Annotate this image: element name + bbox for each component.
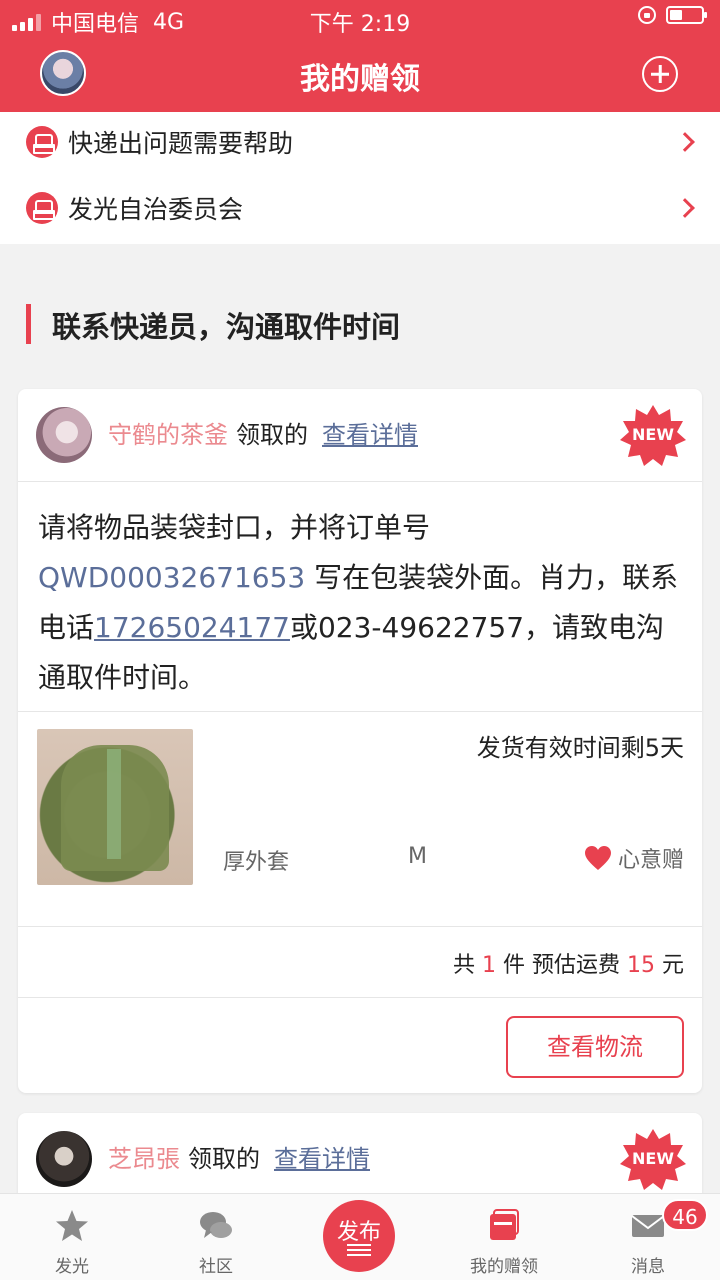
divider xyxy=(18,926,702,927)
username[interactable]: 守鹤的茶釜 xyxy=(108,415,228,450)
summary-text: 件 预估运费 xyxy=(496,953,627,978)
gift-type-label: 心意赠 xyxy=(617,848,684,873)
item-photo[interactable] xyxy=(37,729,193,885)
shipping-summary: 共 1 件 预估运费 15 元 xyxy=(453,947,684,979)
divider xyxy=(18,997,702,998)
tab-community[interactable]: 社区 xyxy=(144,1194,288,1280)
claimed-label: 领取的 xyxy=(236,421,308,449)
pickup-message: 请将物品装袋封口，并将订单号 QWD00032671653 写在包装袋外面。肖力… xyxy=(38,503,688,703)
gift-box-icon xyxy=(490,1209,519,1240)
tab-label: 我的赠领 xyxy=(470,1257,538,1277)
page-title: 我的赠领 xyxy=(300,62,420,97)
username[interactable]: 芝昂張 xyxy=(108,1139,180,1174)
add-circle-icon[interactable] xyxy=(642,56,678,92)
tab-label: 社区 xyxy=(199,1257,233,1277)
courier-icon xyxy=(26,192,58,224)
tab-faguang[interactable]: 发光 xyxy=(0,1194,144,1280)
item-count: 1 xyxy=(482,953,497,978)
card-user-row: 守鹤的茶釜 领取的 查看详情 NEW xyxy=(18,389,702,481)
shipping-fee: 15 xyxy=(627,953,655,978)
app-header: 我的赠领 xyxy=(0,36,720,112)
gift-type: 心意赠 xyxy=(584,842,684,874)
tab-label: 发光 xyxy=(55,1257,89,1277)
summary-text: 共 xyxy=(453,953,483,978)
section-accent-bar xyxy=(26,304,31,344)
card-user-row: 芝昂張 领取的 查看详情 NEW xyxy=(18,1113,702,1205)
publish-button[interactable]: 发布 xyxy=(323,1200,395,1272)
tab-label: 消息 xyxy=(631,1257,665,1277)
help-item-committee[interactable]: 发光自治委员会 xyxy=(0,178,720,238)
battery-icon xyxy=(666,6,707,24)
item-size: M xyxy=(408,844,427,869)
status-time: 下午 2:19 xyxy=(309,12,411,37)
star-icon xyxy=(56,1210,88,1241)
item-row[interactable]: 发货有效时间剩5天 厚外套 M 心意赠 xyxy=(18,712,702,926)
new-badge: NEW xyxy=(620,403,686,469)
help-item-courier-problem[interactable]: 快递出问题需要帮助 xyxy=(0,112,720,172)
help-menu: 快递出问题需要帮助 发光自治委员会 xyxy=(0,112,720,244)
view-detail-link[interactable]: 查看详情 xyxy=(322,415,418,450)
order-number: QWD00032671653 xyxy=(38,561,306,594)
divider xyxy=(18,481,702,482)
summary-text: 元 xyxy=(655,953,684,978)
mail-icon xyxy=(631,1215,665,1237)
courier-icon xyxy=(26,126,58,158)
chevron-right-icon xyxy=(675,198,695,218)
section-title: 联系快递员，沟通取件时间 xyxy=(52,310,401,344)
message-text: 请将物品装袋封口，并将订单号 xyxy=(38,511,431,544)
claim-card: 守鹤的茶釜 领取的 查看详情 NEW 请将物品装袋封口，并将订单号 QWD000… xyxy=(18,389,702,1093)
section-header: 联系快递员，沟通取件时间 xyxy=(0,264,720,368)
message-count-badge: 46 xyxy=(662,1199,708,1231)
help-item-label: 快递出问题需要帮助 xyxy=(68,129,294,158)
phone-link[interactable]: 17265024177 xyxy=(94,611,290,644)
claimed-label: 领取的 xyxy=(188,1145,260,1173)
avatar[interactable] xyxy=(36,407,92,463)
heart-icon xyxy=(584,846,611,870)
view-detail-link[interactable]: 查看详情 xyxy=(274,1139,370,1174)
status-bar: 中国电信 4G 下午 2:19 xyxy=(0,0,720,37)
help-item-label: 发光自治委员会 xyxy=(68,195,244,224)
rotation-lock-icon xyxy=(638,6,656,24)
avatar[interactable] xyxy=(36,1131,92,1187)
chevron-right-icon xyxy=(675,132,695,152)
ship-time-remaining: 发货有效时间剩5天 xyxy=(476,734,684,762)
publish-label: 发布 xyxy=(336,1220,381,1245)
chat-bubbles-icon xyxy=(200,1212,232,1238)
new-badge-text: NEW xyxy=(632,1149,674,1168)
tab-my-claims[interactable]: 我的赠领 xyxy=(432,1194,576,1280)
item-name: 厚外套 xyxy=(223,850,290,875)
new-badge: NEW xyxy=(620,1127,686,1193)
publish-icon xyxy=(347,1244,371,1256)
new-badge-text: NEW xyxy=(632,425,674,444)
view-logistics-button[interactable]: 查看物流 xyxy=(506,1016,684,1078)
